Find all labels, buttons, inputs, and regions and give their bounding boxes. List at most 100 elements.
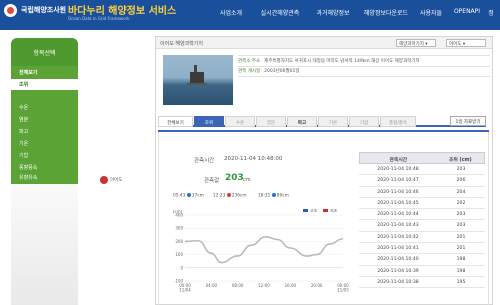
- cell-time: 2020-11-04 10:44: [377, 212, 419, 218]
- station-type-select[interactable]: 해양과학기지 ▾: [396, 39, 436, 47]
- sidebar-item-wind[interactable]: 풍향풍속: [19, 164, 37, 171]
- service-subtitle: Ocean Data in Grid Framework: [68, 16, 130, 21]
- tab-wind[interactable]: 풍향/풍속: [380, 116, 416, 127]
- x-tick-label: 12:00: [258, 283, 270, 288]
- tab-wave[interactable]: 파고: [287, 116, 317, 127]
- cell-tide: 198: [456, 268, 466, 274]
- table-body: 2020-11-04 10:48 203 2020-11-04 10:47 206 20…: [359, 164, 485, 289]
- panel-header: 이어도 해양과학기지 해양과학기지 ▾ 이어도 ▾: [156, 37, 492, 49]
- cell-tide: 198: [456, 257, 466, 263]
- x-tick-label: 11/04: [179, 288, 191, 293]
- cell-tide: 202: [456, 200, 466, 206]
- low-tide-icon: [186, 193, 191, 197]
- cell-time: 2020-11-04 10:46: [377, 189, 419, 195]
- table-row: 2020-11-04 10:45 202: [359, 198, 485, 210]
- sidebar-item-current[interactable]: 유향유속: [19, 174, 37, 181]
- sidebar-title: 항목선택: [33, 50, 56, 57]
- col-tide-header[interactable]: 조위 (cm): [437, 153, 484, 163]
- sidebar-item-watertemp[interactable]: 수온: [19, 104, 28, 111]
- nav-item-users[interactable]: 사용자들: [414, 8, 448, 17]
- cell-tide: 201: [456, 234, 466, 240]
- cell-time: 2020-11-04 10:48: [377, 167, 419, 172]
- sidebar-item-salinity[interactable]: 염분: [19, 116, 28, 123]
- tide-chart: 4003002001000-100 00:0011/0404:00 08:00 12…: [173, 207, 349, 293]
- cell-time: 2020-11-04 10:39: [377, 268, 419, 274]
- tab-watertemp[interactable]: 수온: [225, 116, 255, 127]
- station-legend: 이어도: [100, 176, 122, 184]
- legend-label: 고조: [310, 208, 318, 213]
- sidebar-item-tide[interactable]: 조위: [11, 79, 78, 90]
- sidebar-item-wave[interactable]: 파고: [19, 128, 28, 135]
- tide-table: 관측시간 조위 (cm) 2020-11-04 10:48 203 2020-11-…: [359, 152, 485, 289]
- info-address-key: 관측소 주소: [238, 59, 261, 64]
- tide-line: [184, 235, 344, 264]
- tab-tide[interactable]: 조위: [194, 116, 224, 127]
- sidebar-item-all[interactable]: 전체보기: [19, 69, 37, 76]
- nav-item-more[interactable]: 정: [486, 8, 496, 17]
- low-tide-icon: [271, 193, 276, 197]
- high-tide-icon: [226, 193, 231, 197]
- tide-low-1: 05:43 37cm: [173, 193, 204, 199]
- chart-y-ticks: 4003002001000-100: [174, 213, 184, 284]
- table-row: 2020-11-04 10:42 201: [359, 232, 485, 244]
- download-day-button[interactable]: 1일 자료받기: [450, 116, 486, 126]
- table-row: 2020-11-04 10:40 198: [359, 254, 485, 266]
- cell-time: 2020-11-04 10:40: [377, 257, 419, 263]
- info-address-value: 제주특별자치도 서귀포시 대정읍 마라도 남서쪽 149km 해상 이어도 해양…: [264, 59, 420, 64]
- nav-item-about[interactable]: 사업소개: [210, 8, 252, 17]
- sidebar-item-pressure[interactable]: 기압: [19, 152, 28, 159]
- service-title[interactable]: 바다누리 해양정보 서비스: [68, 2, 176, 17]
- sidebar-header: 항목선택: [11, 38, 78, 66]
- station-type-value: 해양과학기지: [399, 42, 424, 47]
- info-start-date: 관측 개시일 2003년06월01일: [238, 68, 299, 74]
- tab-salinity[interactable]: 염분: [256, 116, 286, 127]
- obs-time-value: 2020-11-04 10:48:00: [224, 156, 283, 162]
- col-time-header[interactable]: 관측시간: [360, 153, 437, 163]
- cell-tide: 201: [456, 246, 466, 252]
- table-row: 2020-11-04 10:47 206: [359, 175, 485, 187]
- nav-item-past[interactable]: 과거해양정보: [308, 8, 358, 17]
- station-marker-icon: [100, 176, 108, 184]
- obs-tide-label: 관측값: [204, 178, 220, 184]
- agency-logo-icon[interactable]: [4, 4, 17, 17]
- x-tick-label: 04:00: [206, 283, 218, 288]
- chart-ylabel: (cm): [173, 209, 183, 214]
- tab-airtemp[interactable]: 기온: [318, 116, 348, 127]
- station-legend-label: 이어도: [110, 178, 123, 183]
- sidebar-item-airtemp[interactable]: 기온: [19, 140, 28, 147]
- cell-time: 2020-11-04 10:43: [377, 223, 419, 229]
- obs-time-label: 관측시간: [194, 158, 215, 164]
- table-row: 2020-11-04 10:41 201: [359, 243, 485, 255]
- y-tick-label: 0: [180, 265, 183, 270]
- sidebar-item-tide-label: 조위: [19, 82, 29, 88]
- agency-name[interactable]: 국립해양조사원: [21, 5, 66, 15]
- table-row: 2020-11-04 10:43 203: [359, 220, 485, 232]
- station-value: 이어도: [449, 42, 462, 47]
- table-row: 2020-11-04 10:48 203: [359, 164, 485, 176]
- cell-time: 2020-11-04 10:42: [377, 234, 419, 240]
- nav-item-download[interactable]: 해양정보다운로드: [358, 8, 414, 17]
- legend-label: 저조: [330, 207, 338, 213]
- tab-pressure[interactable]: 기압: [349, 116, 379, 127]
- sidebar-footer: [11, 184, 78, 305]
- nav-item-openapi[interactable]: OPENAPI: [448, 8, 486, 17]
- panel-title: 이어도 해양과학기지: [160, 41, 203, 47]
- data-tabs: 전체보기 조위 수온 염분 파고 기온 기압 풍향/풍속: [158, 116, 486, 127]
- main-nav: 사업소개 실시간해양관측 과거해양정보 해양정보다운로드 사용자들 OPENAP…: [210, 8, 496, 17]
- cell-tide: 204: [456, 189, 466, 195]
- y-tick-label: 300: [175, 226, 183, 231]
- tab-all[interactable]: 전체보기: [158, 116, 193, 127]
- x-tick-label: 08:00: [232, 283, 244, 288]
- nav-item-realtime[interactable]: 실시간해양관측: [252, 8, 308, 17]
- y-tick-label: 100: [175, 252, 183, 257]
- cell-time: 2020-11-04 10:41: [377, 246, 419, 252]
- info-address: 관측소 주소 제주특별자치도 서귀포시 대정읍 마라도 남서쪽 149km 해상 …: [238, 58, 420, 64]
- table-row: 2020-11-04 10:44 203: [359, 209, 485, 221]
- header-bar: 국립해양조사원 바다누리 해양정보 서비스 Ocean Data in Grid…: [0, 0, 500, 30]
- legend-swatch: [303, 209, 308, 212]
- cell-tide: 195: [456, 279, 466, 285]
- tide-low-2: 18:31 89cm: [258, 193, 289, 199]
- info-start-value: 2003년06월01일: [264, 69, 300, 74]
- station-select[interactable]: 이어도 ▾: [446, 39, 486, 47]
- chart-grid: [185, 214, 343, 282]
